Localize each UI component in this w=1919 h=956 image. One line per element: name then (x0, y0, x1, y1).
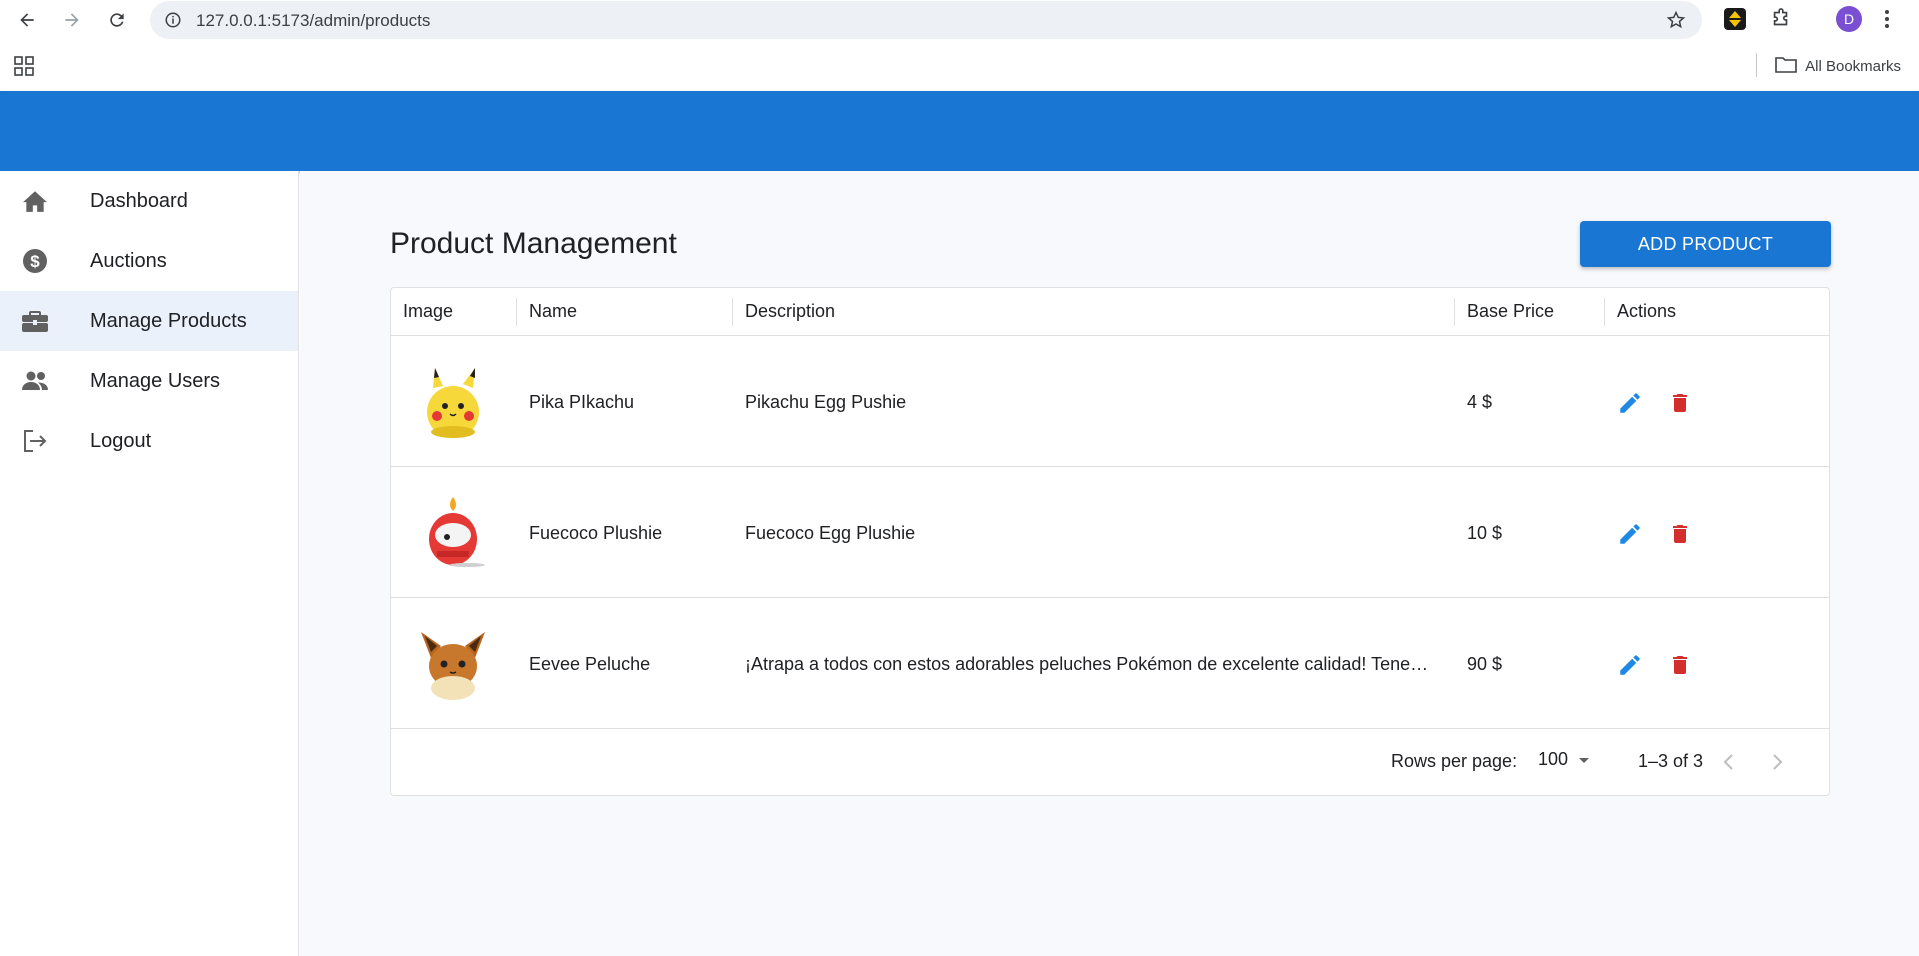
product-description: ¡Atrapa a todos con estos adorables pelu… (745, 654, 1442, 674)
column-header-image[interactable]: Image (403, 301, 453, 322)
sidebar-item-label: Manage Users (90, 369, 221, 392)
column-separator[interactable] (1604, 298, 1605, 326)
chevron-down-icon (1578, 749, 1590, 770)
table-row[interactable]: Eevee Peluche ¡Atrapa a todos con estos … (391, 598, 1829, 729)
apps-icon[interactable] (14, 56, 34, 81)
product-description: Fuecoco Egg Plushie (745, 523, 916, 543)
pikachu-plush-image (417, 364, 489, 440)
rows-per-page-label: Rows per page: (1391, 751, 1518, 771)
edit-icon[interactable] (1615, 650, 1645, 680)
extension-icon[interactable] (1724, 8, 1746, 30)
all-bookmarks-label: All Bookmarks (1805, 57, 1901, 75)
sidebar-item-dashboard[interactable]: Dashboard (0, 171, 298, 231)
star-icon[interactable] (1666, 10, 1686, 35)
browser-toolbar: 127.0.0.1:5173/admin/products D (0, 0, 1919, 39)
address-bar[interactable]: 127.0.0.1:5173/admin/products (150, 1, 1702, 39)
sidebar-item-manage-products[interactable]: Manage Products (0, 291, 298, 351)
sidebar: Dashboard $ Auctions Manage Products Man… (0, 171, 299, 956)
delete-icon[interactable] (1665, 519, 1695, 549)
site-info-icon[interactable] (164, 11, 182, 34)
products-table: Image Name Description Base Price Action… (390, 287, 1830, 796)
product-price: 4 $ (1467, 392, 1493, 412)
dollar-icon: $ (20, 248, 50, 274)
folder-icon (1775, 55, 1797, 77)
eevee-plush-image (417, 626, 489, 702)
main-content: Product Management ADD PRODUCT Image Nam… (300, 171, 1919, 956)
table-row[interactable]: Fuecoco Plushie Fuecoco Egg Plushie 10 $ (391, 467, 1829, 598)
table-header: Image Name Description Base Price Action… (391, 288, 1829, 336)
column-header-description[interactable]: Description (745, 301, 835, 322)
sidebar-item-label: Auctions (90, 249, 167, 272)
sidebar-item-label: Logout (90, 429, 152, 452)
column-header-name[interactable]: Name (529, 301, 577, 322)
edit-icon[interactable] (1615, 388, 1645, 418)
column-separator[interactable] (732, 298, 733, 326)
delete-icon[interactable] (1665, 650, 1695, 680)
reload-icon[interactable] (103, 6, 131, 34)
menu-icon[interactable] (1884, 9, 1890, 34)
puzzle-icon[interactable] (1770, 8, 1792, 35)
product-name: Fuecoco Plushie (529, 523, 663, 543)
sidebar-item-manage-users[interactable]: Manage Users (0, 351, 298, 411)
column-header-actions[interactable]: Actions (1617, 301, 1676, 322)
url-text[interactable]: 127.0.0.1:5173/admin/products (196, 11, 430, 31)
sidebar-item-auctions[interactable]: $ Auctions (0, 231, 298, 291)
add-product-button[interactable]: ADD PRODUCT (1580, 221, 1831, 267)
all-bookmarks[interactable]: All Bookmarks (1775, 55, 1901, 77)
forward-icon[interactable] (58, 6, 86, 34)
delete-icon[interactable] (1665, 388, 1695, 418)
sidebar-item-label: Manage Products (90, 309, 247, 332)
product-description: Pikachu Egg Pushie (745, 392, 907, 412)
column-separator[interactable] (516, 298, 517, 326)
product-price: 10 $ (1467, 523, 1503, 543)
briefcase-icon (20, 308, 50, 334)
next-page-icon[interactable] (1761, 745, 1795, 779)
product-name: Eevee Peluche (529, 654, 651, 674)
bookmarks-separator (1756, 53, 1757, 77)
page-title: Product Management (390, 227, 677, 260)
logout-icon (20, 428, 50, 454)
rows-per-page-select[interactable]: 100 (1538, 749, 1590, 770)
back-icon[interactable] (13, 6, 41, 34)
previous-page-icon[interactable] (1711, 745, 1745, 779)
pagination-range: 1–3 of 3 (1638, 751, 1704, 771)
rows-per-page-value: 100 (1538, 749, 1569, 769)
edit-icon[interactable] (1615, 519, 1645, 549)
app-header (0, 91, 1919, 171)
home-icon (20, 188, 50, 214)
people-icon (20, 368, 50, 394)
table-row[interactable]: Pika PIkachu Pikachu Egg Pushie 4 $ (391, 336, 1829, 467)
fuecoco-plush-image (417, 495, 489, 571)
table-pagination: Rows per page: 100 1–3 of 3 (391, 729, 1829, 795)
bookmarks-bar: All Bookmarks (0, 39, 1919, 91)
sidebar-item-label: Dashboard (90, 189, 188, 212)
product-price: 90 $ (1467, 654, 1503, 674)
product-name: Pika PIkachu (529, 392, 635, 412)
sidebar-item-logout[interactable]: Logout (0, 411, 298, 471)
profile-avatar[interactable]: D (1836, 6, 1862, 32)
column-separator[interactable] (1454, 298, 1455, 326)
column-header-base-price[interactable]: Base Price (1467, 301, 1554, 322)
svg-text:$: $ (30, 252, 40, 271)
